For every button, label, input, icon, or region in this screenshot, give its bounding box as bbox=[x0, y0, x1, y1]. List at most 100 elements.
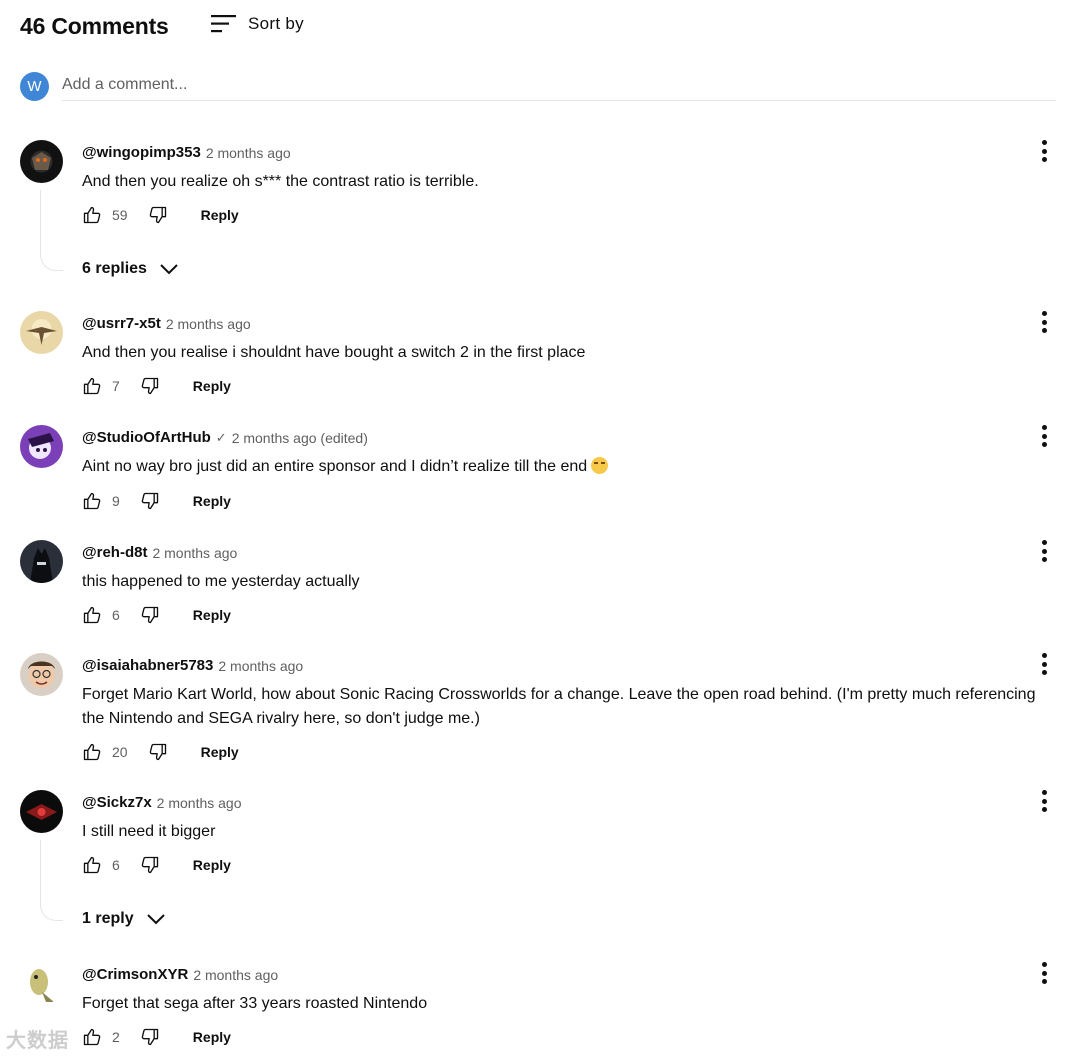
like-count: 2 bbox=[112, 1029, 120, 1045]
sort-by-label: Sort by bbox=[248, 14, 304, 33]
comment-menu-button[interactable] bbox=[1034, 425, 1054, 447]
avatar[interactable] bbox=[20, 140, 63, 183]
comment-actions: 6 Reply bbox=[82, 854, 231, 876]
thumbs-down-icon[interactable] bbox=[148, 742, 168, 762]
thumbs-up-icon[interactable] bbox=[82, 376, 102, 396]
reply-button[interactable]: Reply bbox=[193, 1029, 231, 1045]
avatar-image bbox=[20, 790, 63, 833]
thumbs-up-icon[interactable] bbox=[82, 205, 102, 225]
more-dot bbox=[1041, 979, 1047, 984]
thread-connector bbox=[40, 840, 63, 921]
comment-author[interactable]: @Sickz7x bbox=[82, 794, 152, 811]
comment-meta: @StudioOfArtHub ✓ 2 months ago (edited) bbox=[82, 429, 368, 446]
add-comment-input[interactable] bbox=[62, 70, 1056, 101]
more-dot bbox=[1041, 790, 1047, 795]
comment-author[interactable]: @usrr7-x5t bbox=[82, 315, 161, 332]
more-dot bbox=[1041, 425, 1047, 430]
more-dot bbox=[1041, 540, 1047, 545]
thumbs-down-icon[interactable] bbox=[148, 205, 168, 225]
comment-time[interactable]: 2 months ago bbox=[218, 658, 303, 674]
thumbs-up-icon[interactable] bbox=[82, 605, 102, 625]
comments-header: 46 Comments bbox=[20, 10, 169, 42]
comment-author[interactable]: @CrimsonXYR bbox=[82, 966, 188, 983]
comment-time[interactable]: 2 months ago bbox=[166, 316, 251, 332]
comment-author[interactable]: @wingopimp353 bbox=[82, 144, 201, 161]
comment-time[interactable]: 2 months ago bbox=[157, 795, 242, 811]
like-count: 59 bbox=[112, 207, 128, 223]
reply-button[interactable]: Reply bbox=[201, 207, 239, 223]
comment-menu-button[interactable] bbox=[1034, 540, 1054, 562]
comment-time[interactable]: 2 months ago (edited) bbox=[232, 430, 368, 446]
watermark: 大数据 bbox=[6, 1030, 69, 1052]
comment-item: @wingopimp353 2 months ago And then you … bbox=[20, 140, 1060, 290]
thumbs-down-icon[interactable] bbox=[140, 376, 160, 396]
sort-icon bbox=[211, 15, 236, 33]
comment-author[interactable]: @isaiahabner5783 bbox=[82, 657, 213, 674]
like-count: 7 bbox=[112, 378, 120, 394]
comment-text: I still need it bigger bbox=[82, 823, 216, 840]
thumbs-up-icon[interactable] bbox=[82, 742, 102, 762]
like-count: 9 bbox=[112, 493, 120, 509]
comment-menu-button[interactable] bbox=[1034, 140, 1054, 162]
reply-button[interactable]: Reply bbox=[201, 744, 239, 760]
avatar-image bbox=[20, 540, 63, 583]
avatar-image bbox=[20, 425, 63, 468]
comment-text: Forget Mario Kart World, how about Sonic… bbox=[82, 686, 1036, 727]
more-dot bbox=[1041, 798, 1047, 804]
reply-button[interactable]: Reply bbox=[193, 607, 231, 623]
comment-time[interactable]: 2 months ago bbox=[206, 145, 291, 161]
comment-text: And then you realize oh s*** the contras… bbox=[82, 173, 479, 190]
avatar[interactable] bbox=[20, 425, 63, 468]
thumbs-down-icon[interactable] bbox=[140, 1027, 160, 1047]
comment-time[interactable]: 2 months ago bbox=[193, 967, 278, 983]
more-dot bbox=[1041, 557, 1047, 562]
reply-button[interactable]: Reply bbox=[193, 378, 231, 394]
avatar[interactable] bbox=[20, 653, 63, 696]
comment-menu-button[interactable] bbox=[1034, 653, 1054, 675]
avatar-image bbox=[20, 653, 63, 696]
comment-author[interactable]: @StudioOfArtHub bbox=[82, 429, 211, 446]
replies-count: 6 replies bbox=[82, 260, 147, 277]
comment-text: this happened to me yesterday actually bbox=[82, 573, 360, 590]
avatar-image bbox=[20, 311, 63, 354]
more-dot bbox=[1041, 433, 1047, 439]
more-dot bbox=[1041, 148, 1047, 154]
thumbs-down-icon[interactable] bbox=[140, 491, 160, 511]
comment-author[interactable]: @reh-d8t bbox=[82, 544, 147, 561]
comment-time[interactable]: 2 months ago bbox=[152, 545, 237, 561]
comment-actions: 7 Reply bbox=[82, 375, 231, 397]
more-dot bbox=[1041, 319, 1047, 325]
more-dot bbox=[1041, 548, 1047, 554]
sort-by-button[interactable]: Sort by bbox=[211, 12, 304, 36]
comment-meta: @wingopimp353 2 months ago bbox=[82, 144, 291, 161]
more-dot bbox=[1041, 442, 1047, 447]
comment-text: Aint no way bro just did an entire spons… bbox=[82, 455, 1042, 479]
more-dot bbox=[1041, 670, 1047, 675]
view-replies-button[interactable]: 1 reply bbox=[82, 910, 166, 928]
comment-menu-button[interactable] bbox=[1034, 962, 1054, 984]
current-user-avatar[interactable]: W bbox=[20, 72, 49, 101]
comment-meta: @usrr7-x5t 2 months ago bbox=[82, 315, 251, 332]
thumbs-down-icon[interactable] bbox=[140, 605, 160, 625]
thumbs-up-icon[interactable] bbox=[82, 491, 102, 511]
comment-menu-button[interactable] bbox=[1034, 311, 1054, 333]
avatar[interactable] bbox=[20, 311, 63, 354]
more-dot bbox=[1041, 328, 1047, 333]
comment-menu-button[interactable] bbox=[1034, 790, 1054, 812]
thumbs-up-icon[interactable] bbox=[82, 855, 102, 875]
comment-meta: @CrimsonXYR 2 months ago bbox=[82, 966, 278, 983]
avatar-image bbox=[20, 140, 63, 183]
avatar[interactable] bbox=[20, 962, 63, 1005]
avatar-image bbox=[20, 962, 63, 1005]
avatar[interactable] bbox=[20, 540, 63, 583]
comment-text: Forget that sega after 33 years roasted … bbox=[82, 995, 428, 1012]
comment-meta: @reh-d8t 2 months ago bbox=[82, 544, 237, 561]
reply-button[interactable]: Reply bbox=[193, 493, 231, 509]
more-dot bbox=[1041, 661, 1047, 667]
thumbs-down-icon[interactable] bbox=[140, 855, 160, 875]
thumbs-up-icon[interactable] bbox=[82, 1027, 102, 1047]
view-replies-button[interactable]: 6 replies bbox=[82, 260, 179, 278]
avatar[interactable] bbox=[20, 790, 63, 833]
reply-button[interactable]: Reply bbox=[193, 857, 231, 873]
more-dot bbox=[1041, 653, 1047, 658]
